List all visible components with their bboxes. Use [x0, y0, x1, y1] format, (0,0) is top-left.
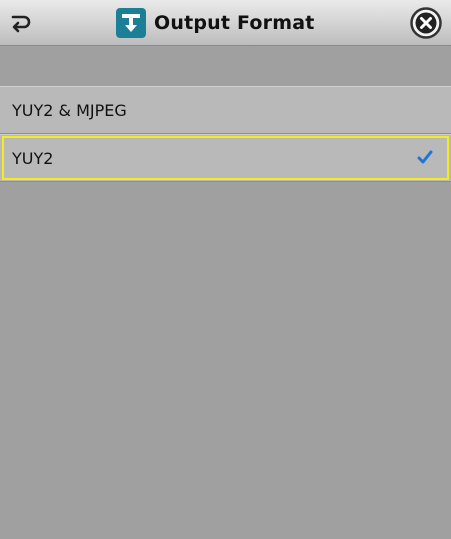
title-group: Output Format [116, 8, 315, 38]
option-label: YUY2 & MJPEG [12, 100, 127, 120]
title-bar: Output Format [0, 0, 451, 46]
close-button[interactable] [410, 7, 442, 39]
header-spacer [0, 46, 451, 86]
format-option-list: YUY2 & MJPEG YUY2 [0, 86, 451, 182]
return-arrow-icon [11, 15, 31, 33]
page-title: Output Format [154, 12, 315, 34]
output-format-icon [116, 8, 146, 38]
option-yuy2[interactable]: YUY2 [0, 134, 451, 182]
checkmark-icon [417, 150, 433, 164]
option-yuy2-mjpeg[interactable]: YUY2 & MJPEG [0, 86, 451, 134]
back-button[interactable] [6, 9, 36, 37]
option-label: YUY2 [12, 148, 54, 168]
